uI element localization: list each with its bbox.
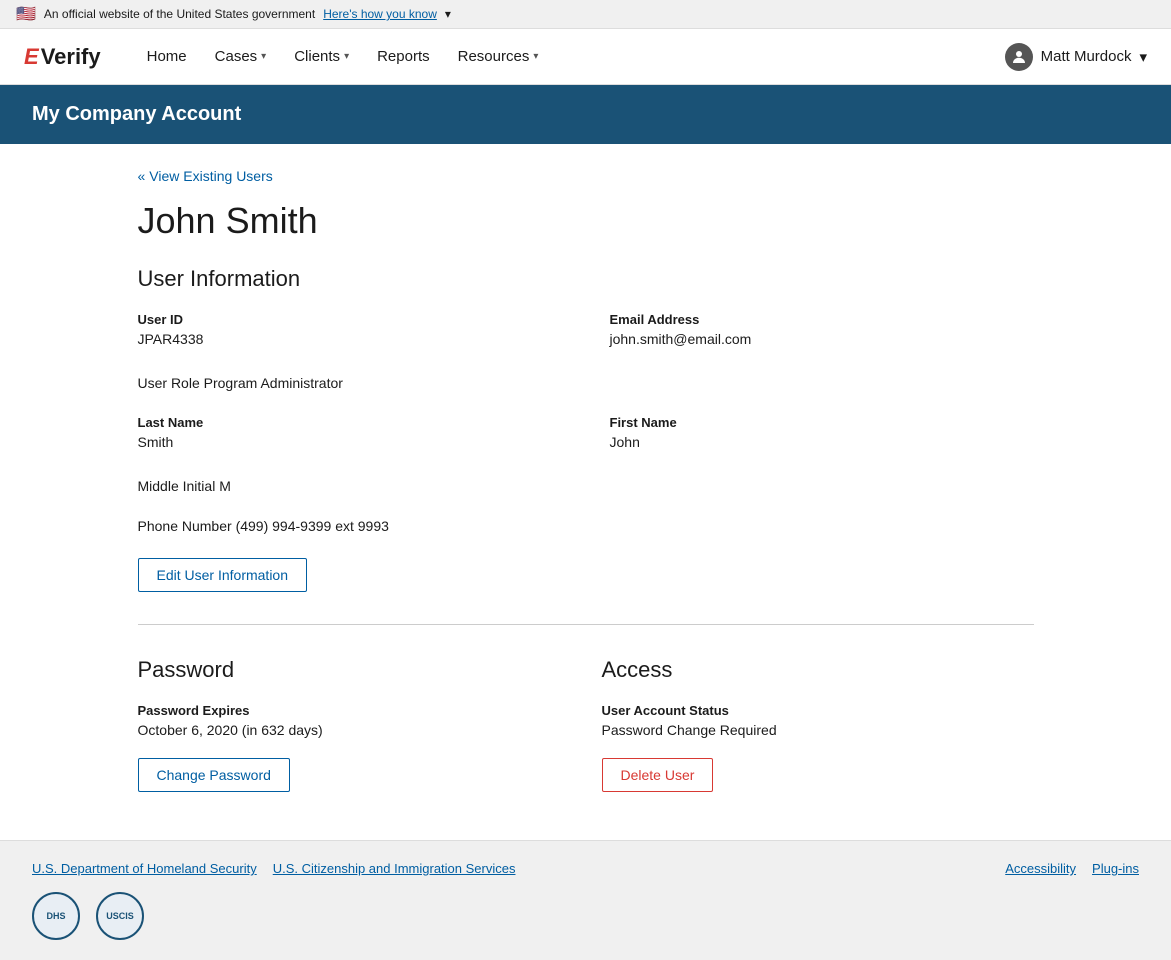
nav-item-resources[interactable]: Resources ▾ (444, 40, 553, 73)
plug-ins-link[interactable]: Plug-ins (1092, 861, 1139, 876)
last-name-label: Last Name (138, 415, 562, 430)
nav-user[interactable]: Matt Murdock ▾ (1005, 43, 1147, 71)
nav-user-name: Matt Murdock (1041, 48, 1132, 65)
user-info-section-title: User Information (138, 266, 1034, 292)
navbar: EVerify Home Cases ▾ Clients ▾ Reports R… (0, 29, 1171, 85)
uscis-seal: USCIS (96, 892, 144, 940)
chevron-down-icon: ▾ (445, 7, 451, 21)
last-name-value: Smith (138, 434, 562, 450)
user-role-label: User Role (138, 375, 200, 391)
password-expires-field: Password Expires October 6, 2020 (in 632… (138, 703, 570, 738)
footer-right-links: Accessibility Plug-ins (1005, 861, 1139, 876)
nav-item-reports[interactable]: Reports (363, 40, 444, 73)
dhs-link[interactable]: U.S. Department of Homeland Security (32, 861, 257, 876)
breadcrumb-label: View Existing Users (149, 168, 272, 184)
how-you-know-link[interactable]: Here's how you know (323, 7, 437, 21)
chevron-down-icon: ▾ (1139, 48, 1147, 66)
password-section-title: Password (138, 657, 570, 683)
chevron-down-icon: ▾ (261, 51, 266, 62)
user-account-status-value: Password Change Required (602, 722, 1034, 738)
nav-label-resources: Resources (458, 48, 530, 65)
password-access-section: Password Password Expires October 6, 202… (138, 657, 1034, 792)
user-account-status-label: User Account Status (602, 703, 1034, 718)
email-field: Email Address john.smith@email.com (610, 312, 1034, 347)
chevron-down-icon: ▾ (344, 51, 349, 62)
nav-label-cases: Cases (215, 48, 258, 65)
back-arrow-icon: « (138, 168, 146, 184)
logo-verify: Verify (41, 44, 101, 70)
main-content: « View Existing Users John Smith User In… (106, 144, 1066, 840)
phone-number-field: Phone Number (499) 994-9399 ext 9993 (138, 518, 1034, 534)
user-id-label: User ID (138, 312, 562, 327)
phone-number-value: (499) 994-9399 ext 9993 (236, 518, 389, 534)
page-title: John Smith (138, 200, 1034, 242)
middle-initial-value: M (219, 478, 231, 494)
delete-user-button[interactable]: Delete User (602, 758, 714, 792)
password-expires-label: Password Expires (138, 703, 570, 718)
gov-banner-text: An official website of the United States… (44, 7, 315, 21)
user-role-field: User Role Program Administrator (138, 375, 1034, 391)
middle-initial-label: Middle Initial (138, 478, 216, 494)
nav-item-clients[interactable]: Clients ▾ (280, 40, 363, 73)
uscis-link[interactable]: U.S. Citizenship and Immigration Service… (273, 861, 516, 876)
first-name-label: First Name (610, 415, 1034, 430)
section-divider (138, 624, 1034, 625)
nav-label-clients: Clients (294, 48, 340, 65)
accessibility-link[interactable]: Accessibility (1005, 861, 1076, 876)
user-id-value: JPAR4338 (138, 331, 562, 347)
gov-banner: 🇺🇸 An official website of the United Sta… (0, 0, 1171, 29)
first-name-field: First Name John (610, 415, 1034, 450)
password-column: Password Password Expires October 6, 202… (138, 657, 570, 792)
change-password-button[interactable]: Change Password (138, 758, 290, 792)
user-avatar-icon (1005, 43, 1033, 71)
edit-user-info-button[interactable]: Edit User Information (138, 558, 308, 592)
chevron-down-icon: ▾ (533, 51, 538, 62)
footer-left-links: U.S. Department of Homeland Security U.S… (32, 861, 515, 876)
user-account-status-field: User Account Status Password Change Requ… (602, 703, 1034, 738)
page-header-title: My Company Account (32, 103, 241, 125)
nav-label-reports: Reports (377, 48, 430, 65)
page-header: My Company Account (0, 85, 1171, 144)
password-expires-value: October 6, 2020 (in 632 days) (138, 722, 570, 738)
flag-icon: 🇺🇸 (16, 4, 36, 24)
user-info-row-2: Last Name Smith First Name John (138, 415, 1034, 450)
logo[interactable]: EVerify (24, 44, 101, 70)
nav-label-home: Home (147, 48, 187, 65)
access-section-title: Access (602, 657, 1034, 683)
middle-initial-field: Middle Initial M (138, 478, 1034, 494)
nav-links: Home Cases ▾ Clients ▾ Reports Resources… (133, 40, 1005, 73)
user-role-value: Program Administrator (204, 375, 343, 391)
nav-item-cases[interactable]: Cases ▾ (201, 40, 281, 73)
footer: U.S. Department of Homeland Security U.S… (0, 840, 1171, 960)
footer-logos: DHS USCIS (32, 892, 1139, 940)
footer-links: U.S. Department of Homeland Security U.S… (32, 861, 1139, 876)
email-label: Email Address (610, 312, 1034, 327)
breadcrumb[interactable]: « View Existing Users (138, 168, 273, 184)
access-column: Access User Account Status Password Chan… (602, 657, 1034, 792)
dhs-seal: DHS (32, 892, 80, 940)
phone-number-label: Phone Number (138, 518, 232, 534)
user-id-field: User ID JPAR4338 (138, 312, 562, 347)
email-value: john.smith@email.com (610, 331, 1034, 347)
user-info-row-1: User ID JPAR4338 Email Address john.smit… (138, 312, 1034, 347)
nav-item-home[interactable]: Home (133, 40, 201, 73)
first-name-value: John (610, 434, 1034, 450)
logo-e: E (24, 44, 39, 70)
last-name-field: Last Name Smith (138, 415, 562, 450)
